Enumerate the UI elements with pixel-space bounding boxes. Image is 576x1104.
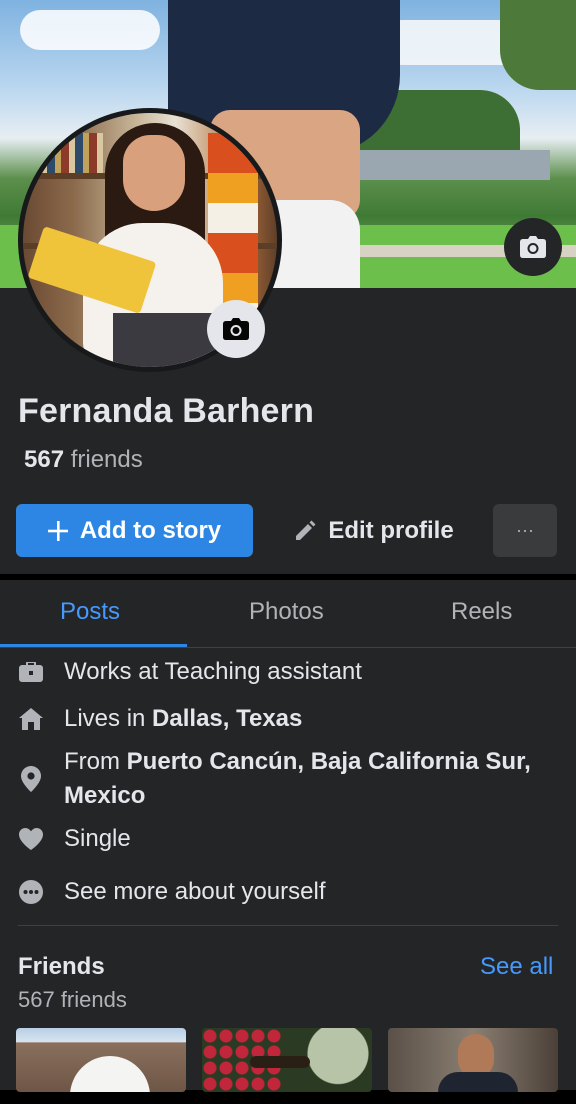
friends-count[interactable]: 567 friends xyxy=(24,446,143,474)
edit-profile-picture-button[interactable] xyxy=(207,300,265,358)
camera-icon xyxy=(223,318,249,340)
friend-thumbnail[interactable] xyxy=(202,1028,372,1092)
pencil-icon xyxy=(296,520,316,540)
detail-from-place-country[interactable]: Mexico xyxy=(64,782,145,809)
more-options-button[interactable]: ··· xyxy=(493,504,557,557)
bottom-edge xyxy=(0,1092,576,1104)
avatar-face xyxy=(123,135,185,211)
friend-photo-detail xyxy=(70,1056,150,1092)
detail-lives-in: Lives in Dallas, Texas xyxy=(18,702,558,736)
friends-section-title: Friends xyxy=(18,953,105,980)
see-more-text: See more about yourself xyxy=(64,878,326,905)
tab-photos[interactable]: Photos xyxy=(249,598,324,626)
add-to-story-button[interactable]: Add to story xyxy=(16,504,253,557)
detail-lives-prefix: Lives in xyxy=(64,705,153,732)
more-dots-icon xyxy=(18,875,44,909)
edit-cover-camera-button[interactable] xyxy=(504,218,562,276)
friend-photo-detail xyxy=(250,1056,310,1068)
friend-thumbnail[interactable] xyxy=(16,1028,186,1092)
cover-cloud xyxy=(20,10,160,50)
detail-lives-text: Lives in Dallas, Texas xyxy=(64,702,302,736)
friends-count-number: 567 xyxy=(24,446,65,473)
briefcase-icon xyxy=(18,655,44,689)
avatar-skirt xyxy=(113,313,223,367)
heart-icon xyxy=(18,822,44,856)
detail-relationship-text: Single xyxy=(64,825,131,852)
friends-section-count: 567 friends xyxy=(18,987,127,1012)
detail-lives-place[interactable]: Dallas, Texas xyxy=(152,705,302,732)
detail-from-prefix: From xyxy=(64,748,127,775)
tab-reels[interactable]: Reels xyxy=(451,598,512,626)
plus-icon xyxy=(47,520,68,541)
see-all-friends-link[interactable]: See all xyxy=(480,953,553,981)
more-icon: ··· xyxy=(516,520,534,540)
tab-posts[interactable]: Posts xyxy=(60,598,120,626)
detail-work: Works at Teaching assistant xyxy=(18,655,558,689)
detail-hometown: From Puerto Cancún, Baja California Sur,… xyxy=(18,745,558,813)
detail-relationship: Single xyxy=(18,822,558,856)
cover-tree xyxy=(500,0,576,90)
detail-work-text: Works at Teaching assistant xyxy=(64,658,362,685)
home-icon xyxy=(18,702,44,736)
friends-count-label: friends xyxy=(70,446,143,473)
friend-photo-detail xyxy=(438,1072,518,1092)
see-more-about-link[interactable]: See more about yourself xyxy=(18,875,558,909)
detail-hometown-text: From Puerto Cancún, Baja California Sur,… xyxy=(64,745,531,813)
location-pin-icon xyxy=(18,745,44,813)
add-to-story-label: Add to story xyxy=(79,516,222,544)
friend-thumbnail[interactable] xyxy=(388,1028,558,1092)
profile-name: Fernanda Barhern xyxy=(18,392,315,430)
section-separator xyxy=(18,925,558,926)
tabs-border xyxy=(0,647,576,648)
edit-profile-button[interactable]: Edit profile xyxy=(272,504,476,557)
edit-profile-label: Edit profile xyxy=(328,516,454,544)
cover-building xyxy=(330,150,550,180)
camera-icon xyxy=(520,236,546,258)
avatar-bookshelf xyxy=(33,133,103,173)
detail-from-place[interactable]: Puerto Cancún, Baja California Sur, xyxy=(127,748,531,775)
